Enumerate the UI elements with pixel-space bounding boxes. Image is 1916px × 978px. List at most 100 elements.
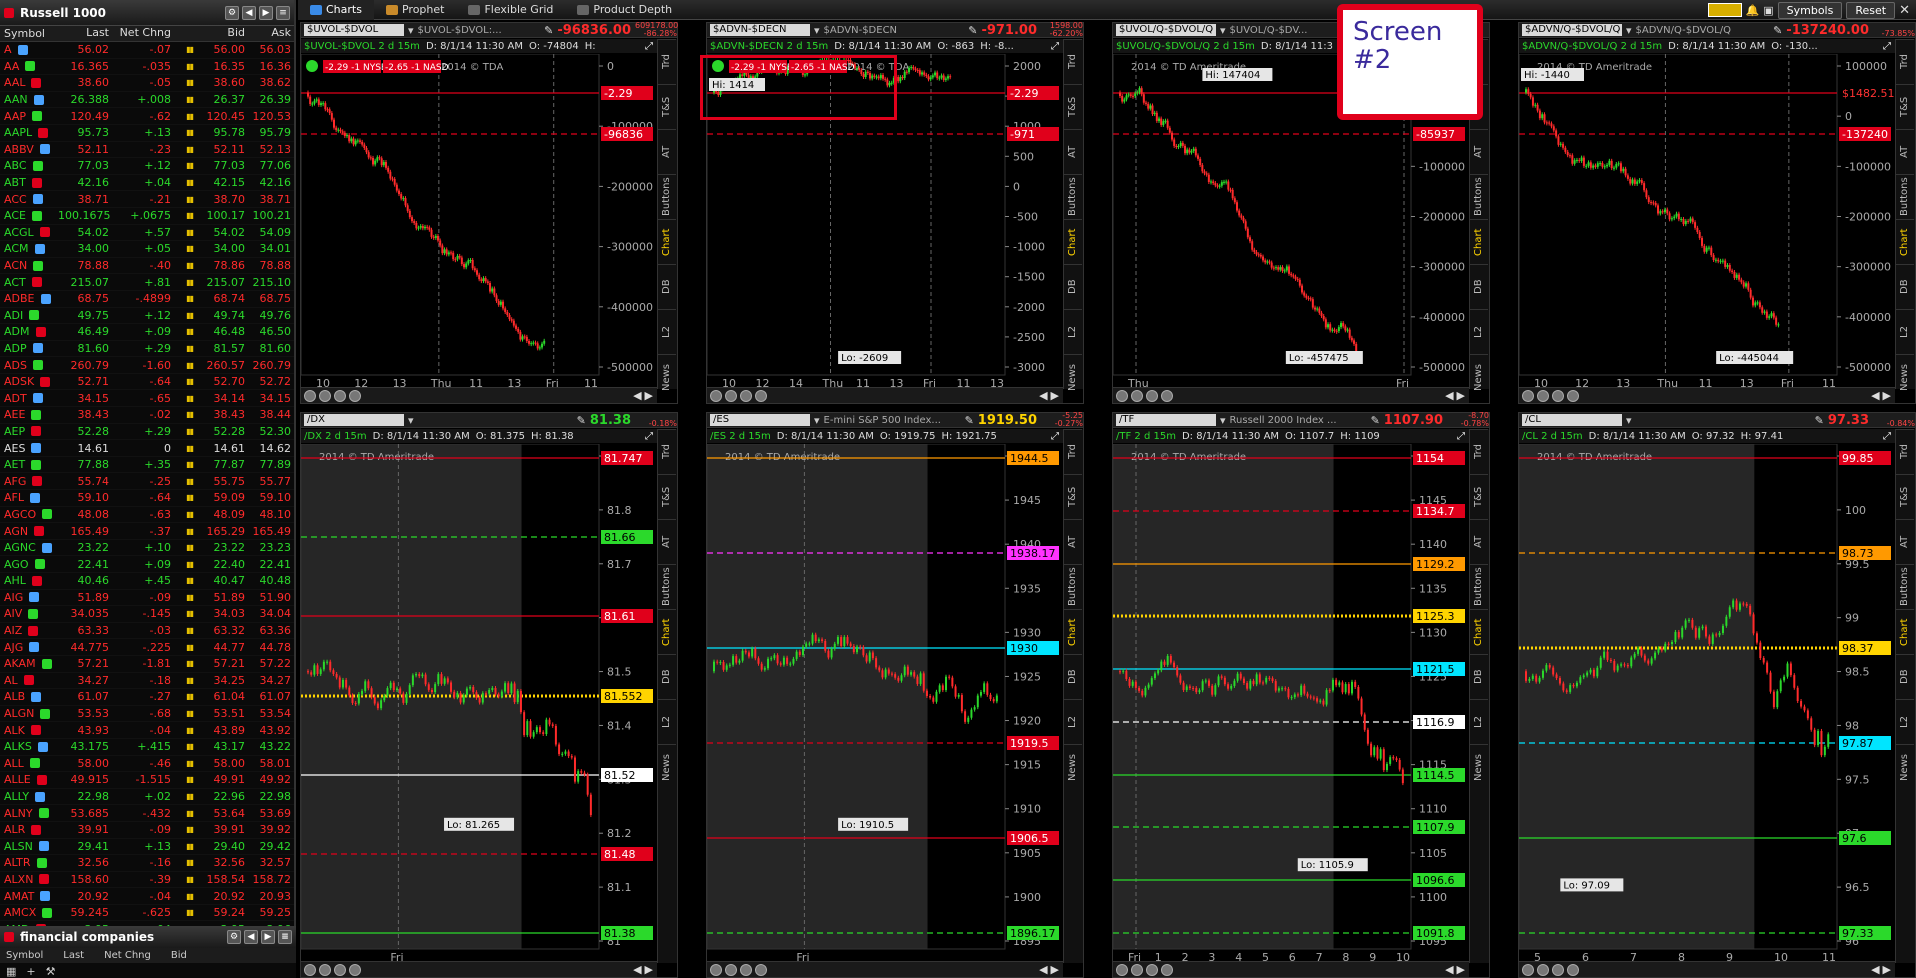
tools-icon[interactable]: ✎ [544, 24, 553, 37]
side-tab-at[interactable]: AT [1064, 129, 1082, 174]
side-tab-l2[interactable]: L2 [658, 699, 676, 744]
cursor-icon[interactable] [755, 389, 767, 402]
table-row[interactable]: AIG 51.89 -.09 ▮▮ 51.89 51.90 [0, 590, 294, 607]
zoom-out-icon[interactable] [725, 389, 737, 402]
side-tab-chart[interactable]: Chart [1470, 219, 1488, 264]
table-row[interactable]: AEE 38.43 -.02 ▮▮ 38.43 38.44 [0, 407, 294, 424]
dropdown-icon[interactable]: ▾ [1220, 24, 1226, 37]
col-net-change[interactable]: Net Chng [112, 26, 174, 41]
table-row[interactable]: ADI 49.75 +.12 ▮▮ 49.74 49.76 [0, 308, 294, 325]
expand-icon[interactable]: ⤢ [1051, 431, 1059, 442]
table-row[interactable]: ALKS 43.175 +.415 ▮▮ 43.17 43.22 [0, 739, 294, 756]
table-row[interactable]: AMAT 20.92 -.04 ▮▮ 20.92 20.93 [0, 888, 294, 905]
tools-icon[interactable]: ✎ [965, 414, 974, 427]
side-tab-chart[interactable]: Chart [1896, 219, 1914, 264]
table-row[interactable]: ALK 43.93 -.04 ▮▮ 43.89 43.92 [0, 722, 294, 739]
tab-charts[interactable]: Charts [298, 0, 374, 20]
gear-icon[interactable]: ⚙ [225, 5, 239, 20]
table-row[interactable]: ACE 100.1675 +.0675 ▮▮ 100.17 100.21 [0, 208, 294, 225]
close-icon[interactable]: ✕ [1899, 3, 1910, 18]
cursor-icon[interactable] [1161, 389, 1173, 402]
scroll-right-icon[interactable]: ▶ [1883, 963, 1891, 976]
workspace-icon[interactable]: ▣ [1763, 4, 1773, 17]
side-tab-buttons[interactable]: Buttons [1470, 174, 1488, 219]
price-chart[interactable]: 1950194519401935193019251920191519101905… [707, 444, 1063, 963]
side-tab-at[interactable]: AT [1896, 519, 1914, 564]
scroll-right-icon[interactable]: ▶ [1051, 389, 1059, 402]
chart-symbol-input[interactable]: /CL [1522, 414, 1622, 426]
side-tab-at[interactable]: AT [658, 519, 676, 564]
side-tab-chart[interactable]: Chart [1896, 609, 1914, 654]
dropdown-icon[interactable]: ▾ [408, 414, 414, 427]
chart-symbol-input[interactable]: $UVOL-$DVOL [304, 24, 404, 36]
side-tab-buttons[interactable]: Buttons [1896, 174, 1914, 219]
side-tab-news[interactable]: News [1896, 354, 1914, 399]
side-tab-l2[interactable]: L2 [1470, 699, 1488, 744]
side-tab-news[interactable]: News [1064, 744, 1082, 789]
side-tab-at[interactable]: AT [658, 129, 676, 174]
zoom-out-icon[interactable] [319, 389, 331, 402]
side-tab-at[interactable]: AT [1470, 519, 1488, 564]
tools-icon[interactable]: ⚒ [46, 965, 56, 978]
chart-plot-area[interactable]: 1950194519401935193019251920191519101905… [707, 444, 1063, 963]
table-row[interactable]: ABBV 52.11 -.23 ▮▮ 52.11 52.13 [0, 142, 294, 159]
table-row[interactable]: ACN 78.88 -.40 ▮▮ 78.86 78.88 [0, 258, 294, 275]
side-tab-ts[interactable]: T&S [1064, 84, 1082, 129]
side-tab-chart[interactable]: Chart [1064, 219, 1082, 264]
expand-icon[interactable]: ⤢ [645, 41, 653, 52]
zoom-in-icon[interactable] [710, 963, 722, 976]
chart-panel[interactable]: /TF ▾ Russell 2000 Index ... ✎ 1107.90 -… [1112, 412, 1490, 978]
side-tab-l2[interactable]: L2 [658, 309, 676, 354]
zoom-in-icon[interactable] [1522, 963, 1534, 976]
col-net-change[interactable]: Net Chng [104, 950, 151, 961]
side-tab-trd[interactable]: Trd [1064, 429, 1082, 474]
table-row[interactable]: ACM 34.00 +.05 ▮▮ 34.00 34.01 [0, 241, 294, 258]
scroll-right-icon[interactable]: ▶ [1457, 389, 1465, 402]
table-row[interactable]: ADM 46.49 +.09 ▮▮ 46.48 46.50 [0, 324, 294, 341]
table-row[interactable]: ACT 215.07 +.81 ▮▮ 215.07 215.10 [0, 274, 294, 291]
chart-symbol-input[interactable]: $ADVN/Q-$DVOL/Q [1522, 24, 1622, 36]
side-tab-chart[interactable]: Chart [1470, 609, 1488, 654]
chart-panel[interactable]: /CL ▾ ✎ 97.33 -0.84% /CL 2 d 15m D: 8/1/… [1518, 412, 1916, 978]
plus-icon[interactable]: + [26, 965, 35, 978]
scroll-right-icon[interactable]: ▶ [1051, 963, 1059, 976]
side-tab-news[interactable]: News [658, 354, 676, 399]
scroll-right-icon[interactable]: ▶ [1883, 389, 1891, 402]
dropdown-icon[interactable]: ▾ [1220, 414, 1226, 427]
side-tab-at[interactable]: AT [1064, 519, 1082, 564]
menu-icon[interactable]: ≡ [278, 930, 292, 944]
side-tab-l2[interactable]: L2 [1470, 309, 1488, 354]
dropdown-icon[interactable]: ▾ [814, 414, 820, 427]
table-row[interactable]: ALTR 32.56 -.16 ▮▮ 32.56 32.57 [0, 855, 294, 872]
side-tab-ts[interactable]: T&S [658, 84, 676, 129]
table-row[interactable]: AGCO 48.08 -.63 ▮▮ 48.09 48.10 [0, 507, 294, 524]
chart-panel[interactable]: /DX ▾ ✎ 81.38 -0.18% /DX 2 d 15m D: 8/1/… [300, 412, 678, 978]
table-row[interactable]: AAPL 95.73 +.13 ▮▮ 95.78 95.79 [0, 125, 294, 142]
side-tab-db[interactable]: DB [1470, 654, 1488, 699]
side-tab-buttons[interactable]: Buttons [1064, 174, 1082, 219]
side-tab-news[interactable]: News [658, 744, 676, 789]
tools-icon[interactable]: ✎ [1815, 414, 1824, 427]
side-tab-trd[interactable]: Trd [658, 429, 676, 474]
cursor-icon[interactable] [1567, 963, 1579, 976]
side-tab-ts[interactable]: T&S [1064, 474, 1082, 519]
cursor-icon[interactable] [1567, 389, 1579, 402]
side-tab-l2[interactable]: L2 [1064, 309, 1082, 354]
gear-icon[interactable]: ⚙ [227, 930, 241, 944]
crosshair-icon[interactable] [1552, 963, 1564, 976]
arrow-left-icon[interactable]: ◀ [242, 5, 256, 20]
side-tab-news[interactable]: News [1470, 744, 1488, 789]
side-tab-chart[interactable]: Chart [658, 219, 676, 264]
scroll-left-icon[interactable]: ◀ [1039, 389, 1047, 402]
table-row[interactable]: ABT 42.16 +.04 ▮▮ 42.15 42.16 [0, 175, 294, 192]
table-row[interactable]: ACGL 54.02 +.57 ▮▮ 54.02 54.09 [0, 225, 294, 242]
dropdown-icon[interactable]: ▾ [408, 24, 414, 37]
side-tab-trd[interactable]: Trd [1064, 39, 1082, 84]
side-tab-l2[interactable]: L2 [1896, 309, 1914, 354]
scroll-left-icon[interactable]: ◀ [1039, 963, 1047, 976]
arrow-left-icon[interactable]: ◀ [244, 930, 258, 944]
watchlist2-menu-icon[interactable] [4, 932, 14, 942]
table-row[interactable]: AIZ 63.33 -.03 ▮▮ 63.32 63.36 [0, 623, 294, 640]
table-row[interactable]: ALSN 29.41 +.13 ▮▮ 29.40 29.42 [0, 839, 294, 856]
table-row[interactable]: ADBE 68.75 -.4899 ▮▮ 68.74 68.75 [0, 291, 294, 308]
